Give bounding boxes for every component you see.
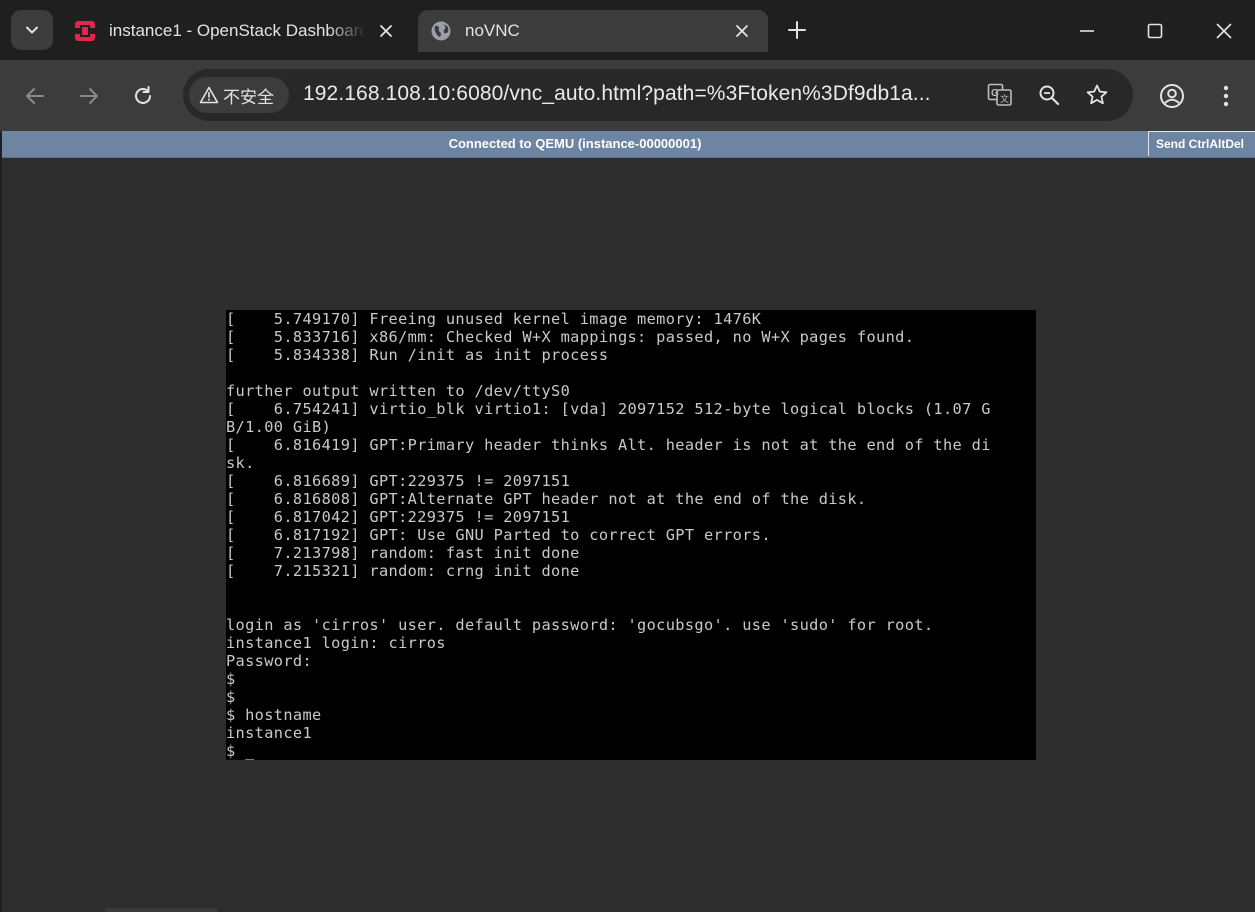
zoom-icon[interactable] (1035, 81, 1063, 109)
console-line: [ 6.816419] GPT:Primary header thinks Al… (226, 436, 991, 454)
svg-text:文: 文 (1000, 93, 1009, 105)
maximize-button[interactable] (1138, 14, 1172, 48)
window-close-button[interactable] (1207, 14, 1241, 48)
console-text: [ 5.749170] Freeing unused kernel image … (226, 310, 991, 760)
new-tab-button[interactable] (783, 16, 811, 44)
console-line: $ (226, 670, 236, 688)
chevron-down-icon (26, 26, 38, 34)
console-line: [ 5.833716] x86/mm: Checked W+X mappings… (226, 328, 915, 346)
console-line: [ 6.817192] GPT: Use GNU Parted to corre… (226, 526, 771, 544)
address-bar[interactable]: 不安全 192.168.108.10:6080/vnc_auto.html?pa… (183, 69, 1133, 121)
console-line: $ hostname (226, 706, 322, 724)
security-label: 不安全 (223, 87, 274, 107)
more-vert-icon (1223, 85, 1229, 107)
vnc-console-screen[interactable]: [ 5.749170] Freeing unused kernel image … (226, 310, 1036, 760)
taskbar-edge (105, 908, 217, 912)
console-line: further output written to /dev/ttyS0 (226, 382, 571, 400)
console-line: [ 5.749170] Freeing unused kernel image … (226, 310, 762, 328)
console-line: instance1 (226, 724, 313, 742)
security-chip[interactable]: 不安全 (189, 77, 289, 113)
globe-icon (430, 20, 452, 42)
openstack-icon (74, 20, 96, 42)
tab-title: instance1 - OpenStack Dashboard (109, 21, 366, 40)
arrow-left-icon (26, 88, 44, 104)
console-line: [ 7.213798] random: fast init done (226, 544, 580, 562)
console-line: [ 6.754241] virtio_blk virtio1: [vda] 20… (226, 400, 991, 418)
profile-button[interactable] (1154, 78, 1190, 114)
forward-button[interactable] (71, 78, 107, 114)
close-icon (1216, 23, 1232, 39)
console-line: [ 6.816689] GPT:229375 != 2097151 (226, 472, 571, 490)
console-line: sk. (226, 454, 255, 472)
send-ctrl-alt-del-button[interactable]: Send CtrlAltDel (1148, 131, 1255, 156)
tab-openstack-dashboard[interactable]: instance1 - OpenStack Dashboard (62, 10, 412, 52)
minimize-icon (1080, 30, 1094, 32)
maximize-icon (1147, 23, 1163, 39)
translate-icon[interactable]: G 文 (986, 81, 1014, 109)
tab-strip: instance1 - OpenStack Dashboard noVNC (0, 0, 1255, 60)
star-icon[interactable] (1083, 81, 1111, 109)
console-line: [ 6.816808] GPT:Alternate GPT header not… (226, 490, 867, 508)
browser-toolbar: 不安全 192.168.108.10:6080/vnc_auto.html?pa… (0, 60, 1255, 131)
console-line: instance1 login: cirros (226, 634, 446, 652)
close-icon[interactable] (730, 19, 754, 43)
tab-novnc[interactable]: noVNC (418, 10, 768, 52)
tab-title: noVNC (465, 21, 520, 40)
console-line: [ 7.215321] random: crng init done (226, 562, 580, 580)
reload-button[interactable] (125, 78, 161, 114)
profile-icon (1160, 84, 1184, 108)
plus-icon (788, 21, 806, 39)
novnc-status-bar: Connected to QEMU (instance-00000001) Se… (2, 131, 1255, 158)
console-line: $ (226, 688, 236, 706)
connection-status: Connected to QEMU (instance-00000001) (448, 136, 702, 151)
arrow-right-icon (80, 88, 98, 104)
minimize-button[interactable] (1070, 14, 1104, 48)
svg-text:G: G (991, 88, 999, 99)
back-button[interactable] (17, 78, 53, 114)
console-line: [ 6.817042] GPT:229375 != 2097151 (226, 508, 571, 526)
menu-button[interactable] (1208, 78, 1244, 114)
console-line: $ _ (226, 742, 255, 760)
url-text[interactable]: 192.168.108.10:6080/vnc_auto.html?path=%… (303, 82, 931, 106)
console-line: B/1.00 GiB) (226, 418, 332, 436)
close-icon[interactable] (374, 19, 398, 43)
reload-icon (135, 86, 151, 104)
warning-icon (199, 86, 219, 104)
console-line: [ 5.834338] Run /init as init process (226, 346, 609, 364)
console-line: login as 'cirros' user. default password… (226, 616, 934, 634)
console-line: Password: (226, 652, 313, 670)
tab-search-button[interactable] (11, 10, 53, 50)
